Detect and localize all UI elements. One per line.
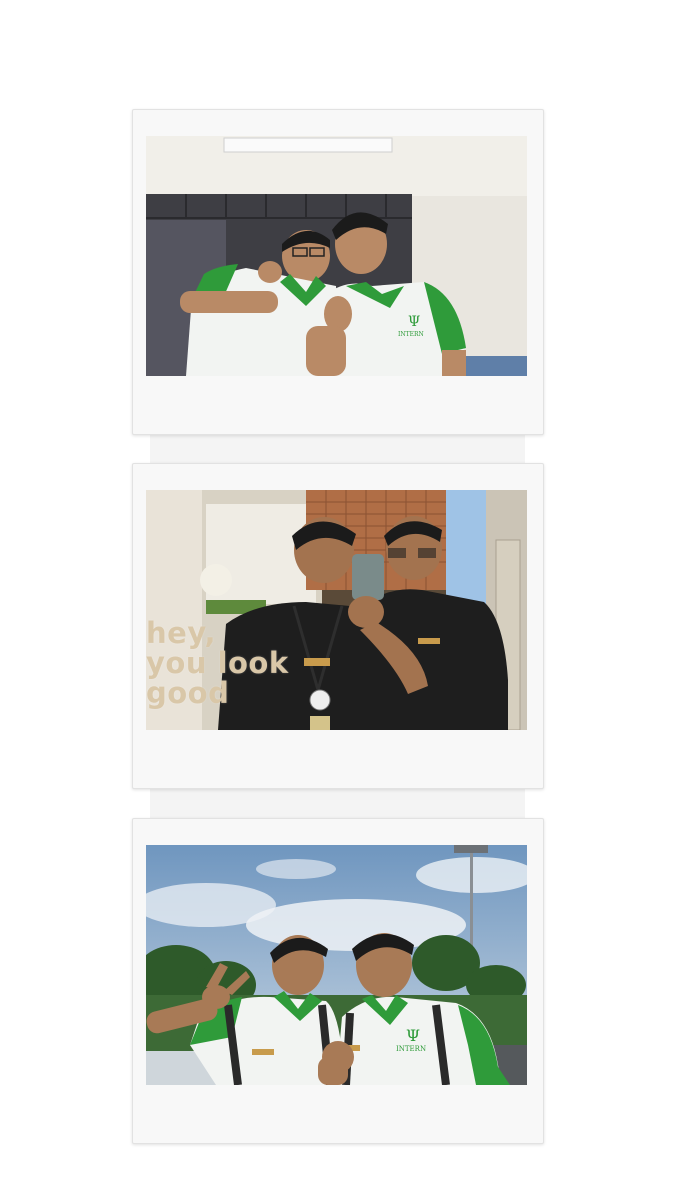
wall-text-line: hey, xyxy=(146,616,216,650)
svg-text:Ψ: Ψ xyxy=(406,1026,420,1045)
wall-text-line: you look xyxy=(146,646,289,680)
polaroid-frame-2: hey, you look good xyxy=(132,463,544,789)
outdoor-scene-image: Ψ INTERN xyxy=(146,845,527,1085)
svg-text:INTERN: INTERN xyxy=(398,331,424,338)
strip-connector xyxy=(150,433,525,465)
wall-text-line: good xyxy=(146,676,230,710)
polaroid-frame-3: Ψ INTERN xyxy=(132,818,544,1144)
strip-connector xyxy=(150,788,525,820)
svg-text:Ψ: Ψ xyxy=(408,314,420,330)
photo-outdoor-sky: Ψ INTERN xyxy=(146,845,527,1085)
photo-mirror-selfie: hey, you look good xyxy=(146,490,527,730)
svg-text:INTERN: INTERN xyxy=(396,1045,426,1053)
polaroid-frame-1: Ψ INTERN xyxy=(132,109,544,435)
photo-indoor-window: Ψ INTERN xyxy=(146,136,527,376)
indoor-scene-image: Ψ INTERN xyxy=(146,136,527,376)
mirror-wall-text: hey, you look good xyxy=(146,618,289,708)
